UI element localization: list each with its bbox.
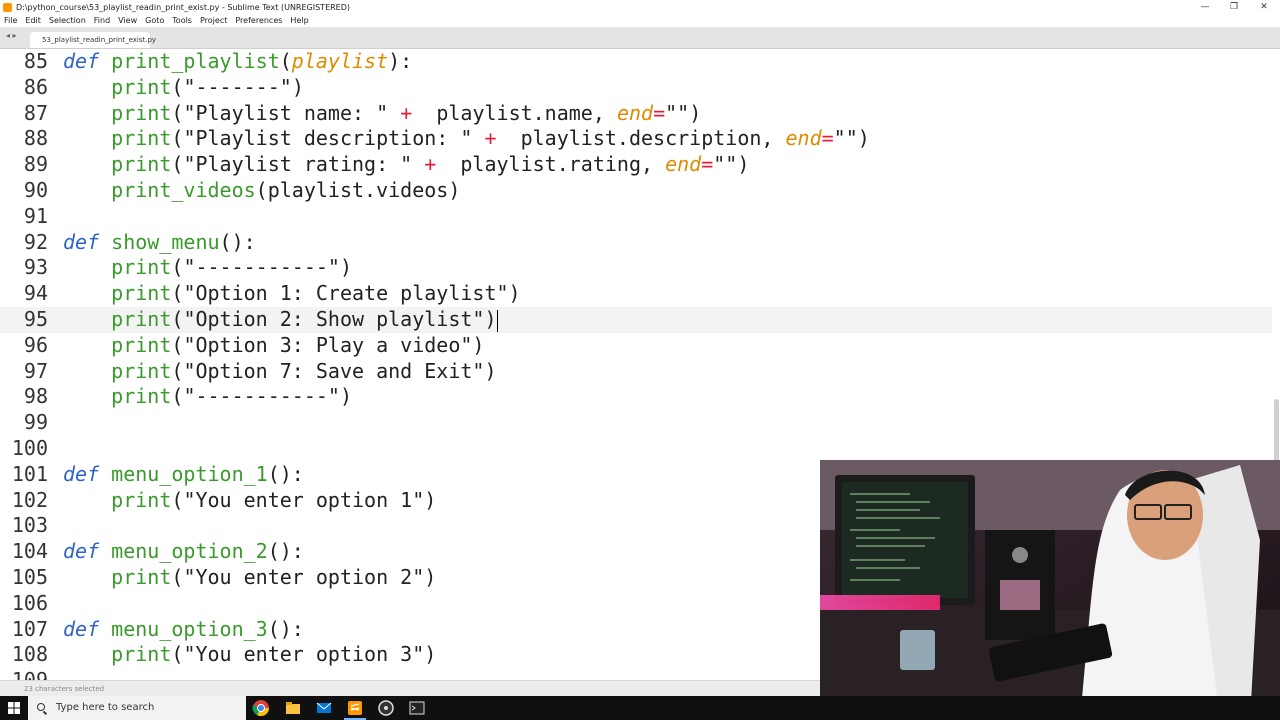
line-number: 99 [23,410,48,435]
code-line[interactable]: 98 print("-----------") [0,384,1280,410]
code-line[interactable]: 91 [0,204,1280,230]
code-text[interactable]: print("Option 3: Play a video") [63,333,484,359]
code-text[interactable]: print("-----------") [63,255,352,281]
menu-file[interactable]: File [0,16,21,25]
code-line[interactable]: 92 def show_menu(): [0,230,1280,256]
code-text[interactable]: print("Playlist name: " + playlist.name,… [63,101,701,127]
line-number: 105 [11,565,48,589]
line-number: 108 [11,642,48,667]
menu-goto[interactable]: Goto [141,16,168,25]
menu-bar: File Edit Selection Find View Goto Tools… [0,14,1280,27]
status-text: 23 characters selected [24,685,105,693]
window-title: D:\python_course\53_playlist_readin_prin… [16,2,351,12]
code-text[interactable]: print("You enter option 2") [63,565,436,591]
tab-active-file[interactable]: 53_playlist_readin_print_exist.py [30,32,156,48]
tab-bar: ◂ ▸ 53_playlist_readin_print_exist.py [0,27,1280,49]
line-number: 106 [11,590,48,615]
code-text[interactable]: def menu_option_2(): [63,539,304,565]
code-line[interactable]: 99 [0,410,1280,436]
webcam-image [820,460,1280,720]
sublime-text-icon[interactable] [346,699,364,717]
tab-nav-arrows[interactable]: ◂ ▸ [6,31,17,40]
text-cursor [496,309,498,332]
line-number: 88 [23,126,48,151]
line-number: 98 [23,384,48,409]
line-number: 89 [23,152,48,177]
code-line[interactable]: 96 print("Option 3: Play a video") [0,333,1280,359]
code-text[interactable]: def print_playlist(playlist): [63,49,412,75]
code-line[interactable]: 86 print("-------") [0,75,1280,101]
menu-tools[interactable]: Tools [168,16,196,25]
code-line[interactable]: 87 print("Playlist name: " + playlist.na… [0,101,1280,127]
taskbar-search-box[interactable]: Type here to search [28,696,246,720]
windows-start-icon[interactable] [8,702,20,714]
code-line[interactable]: 93 print("-----------") [0,255,1280,281]
menu-preferences[interactable]: Preferences [231,16,286,25]
line-number: 94 [23,281,48,306]
line-number: 96 [23,332,48,357]
line-number: 90 [23,178,48,202]
window-titlebar: D:\python_course\53_playlist_readin_prin… [0,0,1280,14]
mail-icon[interactable] [315,699,333,717]
line-number: 92 [23,229,48,254]
code-line[interactable]: 85 def print_playlist(playlist): [0,49,1280,75]
code-text[interactable]: print("-----------") [63,384,352,410]
obs-icon[interactable] [377,699,395,717]
code-line[interactable]: 89 print("Playlist rating: " + playlist.… [0,152,1280,178]
sublime-app-icon [3,2,12,12]
menu-view[interactable]: View [114,16,141,25]
code-line[interactable]: 100 [0,436,1280,462]
line-number: 86 [23,74,48,99]
search-placeholder: Type here to search [56,702,155,713]
close-button[interactable]: ✕ [1249,0,1279,14]
code-text[interactable]: def menu_option_1(): [63,462,304,488]
minimize-button[interactable]: — [1190,0,1220,14]
file-explorer-icon[interactable] [284,699,302,717]
line-number: 109 [0,668,48,680]
code-text[interactable]: print("You enter option 1") [63,488,436,514]
webcam-overlay [820,460,1280,720]
menu-project[interactable]: Project [196,16,231,25]
terminal-icon[interactable] [408,699,426,717]
code-line[interactable]: 95 print("Option 2: Show playlist") [0,307,1280,333]
code-line[interactable]: 94 print("Option 1: Create playlist") [0,281,1280,307]
menu-find[interactable]: Find [90,16,114,25]
line-number: 100 [11,436,48,460]
line-number: 91 [23,203,48,228]
line-number: 101 [11,461,48,486]
menu-selection[interactable]: Selection [45,16,90,25]
taskbar: Type here to search [0,696,1280,720]
code-text[interactable]: print("Option 1: Create playlist") [63,281,520,307]
code-text[interactable]: print("Option 2: Show playlist") [63,307,498,333]
code-text[interactable]: print("Playlist rating: " + playlist.rat… [63,152,749,178]
chrome-icon[interactable] [252,699,270,717]
code-line[interactable]: 90 print_videos(playlist.videos) [0,178,1280,204]
line-number: 85 [23,49,48,73]
line-number: 104 [11,539,48,564]
line-number: 93 [23,255,48,280]
line-number: 97 [23,358,48,383]
code-text[interactable]: def show_menu(): [63,230,256,256]
menu-edit[interactable]: Edit [21,16,45,25]
menu-help[interactable]: Help [286,16,312,25]
restore-button[interactable]: ❐ [1219,0,1249,14]
code-text[interactable]: print_videos(playlist.videos) [63,178,460,204]
line-number: 102 [11,487,48,512]
code-line[interactable]: 88 print("Playlist description: " + play… [0,126,1280,152]
line-number: 103 [11,513,48,538]
line-number: 107 [11,616,48,641]
code-text[interactable]: print("You enter option 3") [63,642,436,668]
code-text[interactable]: print("Playlist description: " + playlis… [63,126,870,152]
search-icon [37,703,45,711]
code-line[interactable]: 97 print("Option 7: Save and Exit") [0,359,1280,385]
code-text[interactable]: def menu_option_3(): [63,617,304,643]
code-text[interactable]: print("Option 7: Save and Exit") [63,359,496,385]
line-number: 95 [23,307,48,331]
code-text[interactable]: print("-------") [63,75,304,101]
line-number: 87 [23,100,48,125]
